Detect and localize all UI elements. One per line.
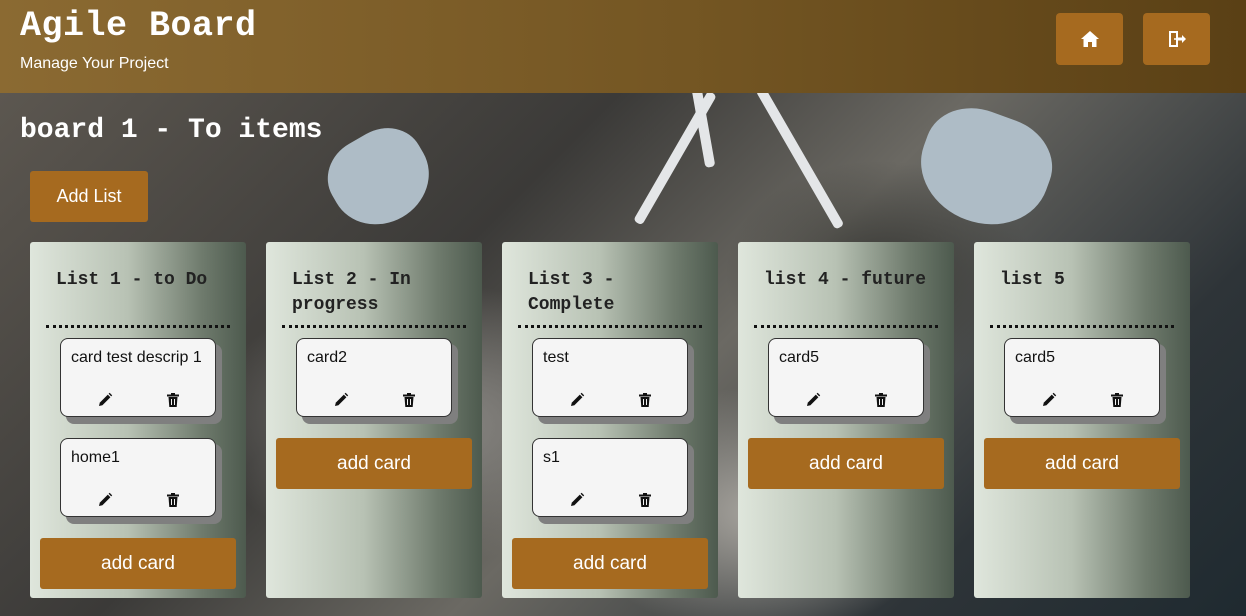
add-card-button[interactable]: add card bbox=[276, 438, 472, 489]
list-column: List 3 - Complete test s1 add card bbox=[502, 242, 718, 598]
list-divider bbox=[282, 325, 466, 328]
app-title: Agile Board bbox=[20, 6, 257, 46]
list-divider bbox=[46, 325, 230, 328]
card[interactable]: card test descrip 1 bbox=[60, 338, 216, 417]
card[interactable]: home1 bbox=[60, 438, 216, 517]
pencil-icon[interactable] bbox=[569, 392, 585, 408]
card-text: card5 bbox=[779, 349, 820, 366]
card-text: card5 bbox=[1015, 349, 1056, 366]
add-card-button[interactable]: add card bbox=[40, 538, 236, 589]
pencil-icon[interactable] bbox=[805, 392, 821, 408]
list-column: list 5 card5 add card bbox=[974, 242, 1190, 598]
add-list-button[interactable]: Add List bbox=[30, 171, 148, 222]
list-column: List 1 - to Do card test descrip 1 home1… bbox=[30, 242, 246, 598]
lamp-shade bbox=[314, 114, 446, 242]
card-text: card2 bbox=[307, 349, 348, 366]
card-text: s1 bbox=[543, 449, 560, 466]
pencil-icon[interactable] bbox=[97, 492, 113, 508]
logout-icon bbox=[1168, 31, 1186, 47]
card-text: test bbox=[543, 349, 569, 366]
board-title: board 1 - To items bbox=[20, 115, 323, 146]
card[interactable]: card2 bbox=[296, 338, 452, 417]
lamp-shade bbox=[905, 94, 1065, 242]
trash-icon[interactable] bbox=[401, 392, 417, 408]
home-button[interactable] bbox=[1056, 13, 1123, 65]
app-subtitle: Manage Your Project bbox=[20, 55, 169, 72]
card-text: home1 bbox=[71, 449, 120, 466]
list-column: List 2 - In progress card2 add card bbox=[266, 242, 482, 598]
card[interactable]: card5 bbox=[768, 338, 924, 417]
list-divider bbox=[754, 325, 938, 328]
trash-icon[interactable] bbox=[637, 392, 653, 408]
add-card-button[interactable]: add card bbox=[748, 438, 944, 489]
list-divider bbox=[518, 325, 702, 328]
pencil-icon[interactable] bbox=[97, 392, 113, 408]
pencil-icon[interactable] bbox=[333, 392, 349, 408]
lamp-arm bbox=[755, 93, 845, 230]
trash-icon[interactable] bbox=[1109, 392, 1125, 408]
card[interactable]: s1 bbox=[532, 438, 688, 517]
logout-button[interactable] bbox=[1143, 13, 1210, 65]
trash-icon[interactable] bbox=[873, 392, 889, 408]
app-header: Agile Board Manage Your Project bbox=[0, 0, 1246, 93]
pencil-icon[interactable] bbox=[1041, 392, 1057, 408]
list-divider bbox=[990, 325, 1174, 328]
list-title: List 1 - to Do bbox=[56, 270, 208, 290]
list-title: List 3 - Complete bbox=[528, 270, 615, 315]
card[interactable]: card5 bbox=[1004, 338, 1160, 417]
pencil-icon[interactable] bbox=[569, 492, 585, 508]
trash-icon[interactable] bbox=[637, 492, 653, 508]
list-title: list 5 bbox=[1000, 270, 1065, 290]
card[interactable]: test bbox=[532, 338, 688, 417]
trash-icon[interactable] bbox=[165, 492, 181, 508]
card-text: card test descrip 1 bbox=[71, 349, 202, 366]
list-title: List 2 - In progress bbox=[292, 270, 411, 315]
list-title: list 4 - future bbox=[764, 270, 927, 290]
home-icon bbox=[1080, 31, 1099, 47]
trash-icon[interactable] bbox=[165, 392, 181, 408]
add-card-button[interactable]: add card bbox=[512, 538, 708, 589]
list-column: list 4 - future card5 add card bbox=[738, 242, 954, 598]
add-card-button[interactable]: add card bbox=[984, 438, 1180, 489]
